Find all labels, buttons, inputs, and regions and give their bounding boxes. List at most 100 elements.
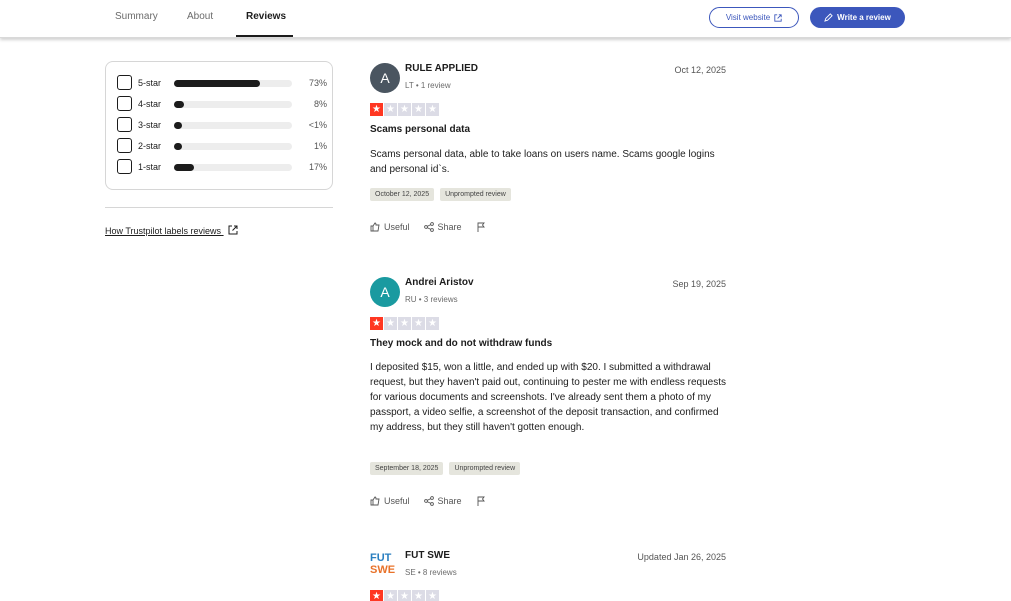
share-icon xyxy=(423,496,434,506)
thumbs-up-icon xyxy=(370,222,380,232)
unprompted-badge[interactable]: Unprompted review xyxy=(440,188,511,201)
reviewer-name[interactable]: FUT SWE xyxy=(405,550,450,561)
reviewer-meta: SE • 8 reviews xyxy=(405,568,457,577)
star-icon: ★ xyxy=(370,590,383,601)
review-body: Scams personal data, able to take loans … xyxy=(370,149,715,175)
review-title[interactable]: They mock and do not withdraw funds xyxy=(370,338,552,349)
avatar[interactable]: A xyxy=(370,277,400,307)
star-icon: ★ xyxy=(426,317,439,330)
star-icon: ★ xyxy=(426,103,439,116)
avatar-text-top: FUT xyxy=(370,552,392,564)
rating-bar xyxy=(174,143,292,150)
visit-website-button[interactable]: Visit website xyxy=(709,7,799,28)
filter-row-4-star[interactable]: 4-star 8% xyxy=(117,96,327,112)
star-icon: ★ xyxy=(398,317,411,330)
rating-bar xyxy=(174,101,292,108)
reviewer-name[interactable]: RULE APPLIED xyxy=(405,63,478,74)
review-title[interactable]: Scams personal data xyxy=(370,124,470,135)
review-card: A RULE APPLIED LT • 1 review Oct 12, 202… xyxy=(370,63,726,243)
checkbox[interactable] xyxy=(117,75,132,90)
star-icon: ★ xyxy=(370,103,383,116)
filter-label: 2-star xyxy=(138,141,162,151)
review-tags: September 18, 2025 Unprompted review xyxy=(370,462,521,475)
star-icon: ★ xyxy=(426,590,439,601)
how-trustpilot-labels-link[interactable]: How Trustpilot labels reviews xyxy=(105,225,238,236)
review-tags: October 12, 2025 Unprompted review xyxy=(370,188,511,201)
write-review-button[interactable]: Write a review xyxy=(810,7,905,28)
filter-row-5-star[interactable]: 5-star 73% xyxy=(117,75,327,91)
star-icon: ★ xyxy=(384,317,397,330)
tab-summary[interactable]: Summary xyxy=(115,11,158,22)
star-icon: ★ xyxy=(370,317,383,330)
rating-bar xyxy=(174,164,292,171)
filter-percent: 17% xyxy=(308,162,327,172)
share-icon xyxy=(423,222,434,232)
avatar-text-bottom: SWE xyxy=(370,564,396,576)
experience-date-badge: October 12, 2025 xyxy=(370,188,435,201)
pencil-icon xyxy=(824,13,833,22)
filter-row-3-star[interactable]: 3-star <1% xyxy=(117,117,327,133)
share-label: Share xyxy=(437,222,462,232)
rating-bar-fill xyxy=(174,164,194,171)
write-review-label: Write a review xyxy=(837,13,891,22)
rating-bar-fill xyxy=(174,122,182,129)
tab-about[interactable]: About xyxy=(187,11,213,22)
rating-bar xyxy=(174,80,292,87)
top-navigation: Summary About Reviews Visit website Writ… xyxy=(0,0,1011,38)
filter-percent: <1% xyxy=(308,120,327,130)
review-date: Updated Jan 26, 2025 xyxy=(637,552,726,562)
star-icon: ★ xyxy=(398,103,411,116)
star-rating: ★ ★ ★ ★ ★ xyxy=(370,103,439,116)
star-icon: ★ xyxy=(384,103,397,116)
checkbox[interactable] xyxy=(117,159,132,174)
filter-label: 1-star xyxy=(138,162,162,172)
review-date: Sep 19, 2025 xyxy=(672,279,726,289)
filter-percent: 73% xyxy=(308,78,327,88)
review-actions: Useful Share xyxy=(370,222,486,232)
checkbox[interactable] xyxy=(117,138,132,153)
share-label: Share xyxy=(437,496,462,506)
checkbox[interactable] xyxy=(117,96,132,111)
star-rating: ★ ★ ★ ★ ★ xyxy=(370,317,439,330)
reviewer-meta: LT • 1 review xyxy=(405,81,451,90)
share-button[interactable]: Share xyxy=(423,496,462,506)
tab-reviews[interactable]: Reviews xyxy=(246,11,286,22)
avatar[interactable]: FUT SWE xyxy=(370,552,400,580)
unprompted-badge[interactable]: Unprompted review xyxy=(449,462,521,475)
flag-icon[interactable] xyxy=(476,496,486,506)
star-filter-panel: 5-star 73% 4-star 8% 3-star <1% 2-star 1… xyxy=(105,61,333,190)
visit-website-label: Visit website xyxy=(725,13,771,22)
star-icon: ★ xyxy=(412,317,425,330)
reviewer-meta: RU • 3 reviews xyxy=(405,295,458,304)
filter-row-1-star[interactable]: 1-star 17% xyxy=(117,159,327,175)
rating-bar-fill xyxy=(174,143,182,150)
labels-link-text: How Trustpilot labels reviews xyxy=(105,226,222,236)
flag-icon[interactable] xyxy=(476,222,486,232)
filter-row-2-star[interactable]: 2-star 1% xyxy=(117,138,327,154)
filter-percent: 8% xyxy=(313,99,327,109)
useful-button[interactable]: Useful xyxy=(370,222,410,232)
star-icon: ★ xyxy=(412,590,425,601)
external-link-icon xyxy=(774,13,782,22)
reviewer-name[interactable]: Andrei Aristov xyxy=(405,277,474,288)
rating-bar-fill xyxy=(174,101,184,108)
experience-date-badge: September 18, 2025 xyxy=(370,462,444,475)
filter-label: 5-star xyxy=(138,78,162,88)
rating-bar xyxy=(174,122,292,129)
active-tab-indicator xyxy=(236,35,293,37)
share-button[interactable]: Share xyxy=(423,222,462,232)
filter-percent: 1% xyxy=(313,141,327,151)
thumbs-up-icon xyxy=(370,496,380,506)
star-rating: ★ ★ ★ ★ ★ xyxy=(370,590,439,601)
rating-bar-fill xyxy=(174,80,260,87)
useful-label: Useful xyxy=(384,222,410,232)
useful-button[interactable]: Useful xyxy=(370,496,410,506)
filter-label: 3-star xyxy=(138,120,162,130)
divider xyxy=(105,207,333,208)
review-actions: Useful Share xyxy=(370,496,486,506)
review-date: Oct 12, 2025 xyxy=(674,65,726,75)
checkbox[interactable] xyxy=(117,117,132,132)
review-card: FUT SWE FUT SWE SE • 8 reviews Updated J… xyxy=(370,550,726,601)
avatar[interactable]: A xyxy=(370,63,400,93)
external-link-icon xyxy=(228,225,238,235)
